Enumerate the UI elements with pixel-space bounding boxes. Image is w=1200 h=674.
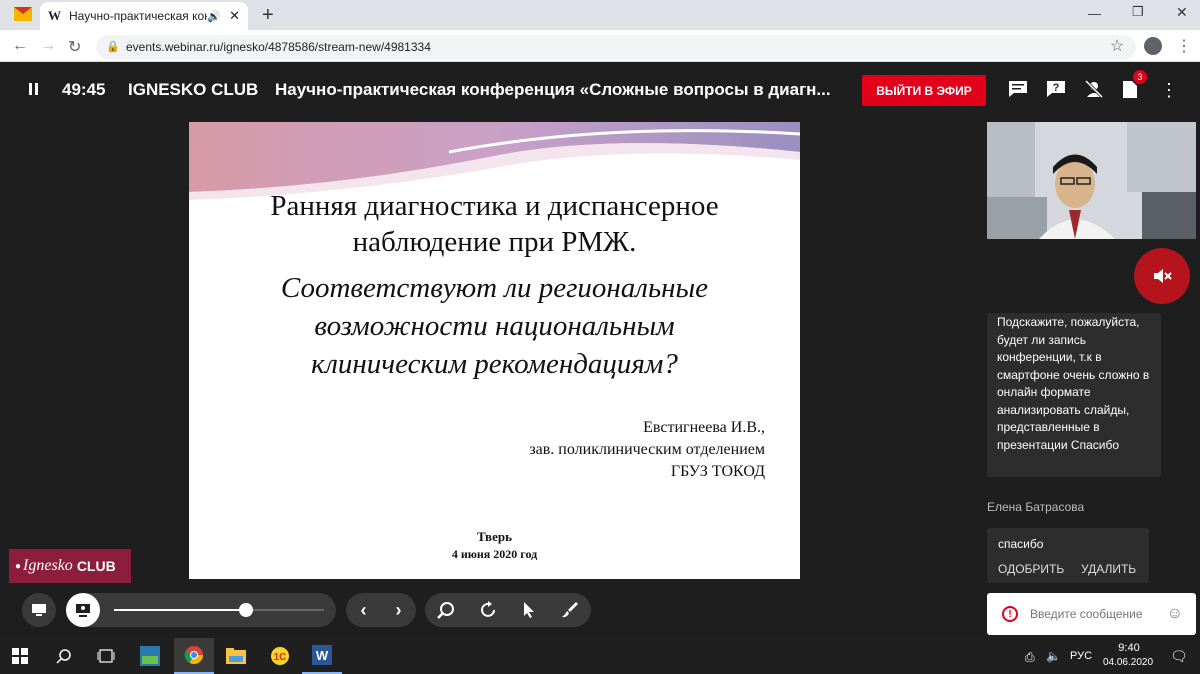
clock-date[interactable]: 04.06.2020 (1100, 657, 1156, 668)
svg-text:W: W (316, 648, 329, 663)
question-icon[interactable]: ? (1046, 80, 1066, 103)
svg-text:?: ? (1053, 82, 1060, 94)
pointer-icon[interactable] (522, 601, 536, 619)
reload-icon[interactable]: ↻ (68, 37, 81, 57)
slide-organization: ГБУЗ ТОКОД (670, 463, 765, 480)
language-indicator[interactable]: РУС (1070, 650, 1092, 662)
app-icon-1[interactable] (130, 638, 170, 674)
message-input[interactable]: ! Введите сообщение ☺ (987, 593, 1196, 635)
network-icon[interactable]: ⎙ (1025, 650, 1035, 665)
profile-icon[interactable] (1144, 37, 1162, 55)
logo-script: Ignesko (23, 557, 73, 574)
bookmark-star-icon[interactable]: ☆ (1110, 36, 1124, 56)
url-text: events.webinar.ru/ignesko/4878586/stream… (126, 40, 431, 54)
notifications-icon[interactable]: 🗨 (1170, 648, 1188, 665)
presentation-mode-button[interactable] (66, 593, 100, 627)
volume-tray-icon[interactable]: 🔈 (1046, 649, 1061, 663)
slide-title-line1: Ранняя диагностика и диспансерное (270, 190, 719, 222)
word-taskbar-icon[interactable]: W (302, 638, 342, 674)
delete-button[interactable]: УДАЛИТЬ (1081, 561, 1136, 579)
rotate-icon[interactable] (480, 601, 498, 619)
speaker-icon: 🔊 (207, 10, 222, 23)
search-icon[interactable] (44, 638, 84, 674)
more-menu-icon[interactable]: ⋮ (1160, 80, 1178, 101)
slide-title-line2: наблюдение при РМЖ. (352, 226, 637, 258)
chat-message-2: спасибо (998, 537, 1044, 551)
slide-tools-group (425, 593, 591, 627)
presentation-icon (76, 604, 90, 617)
back-icon[interactable]: ← (12, 37, 28, 55)
clock-time[interactable]: 9:40 (1108, 642, 1150, 654)
approve-button[interactable]: ОДОБРИТЬ (998, 561, 1064, 579)
chat-message-1: Подскажите, пожалуйста, будет ли запись … (987, 313, 1161, 477)
window-close-icon[interactable]: ✕ (1176, 4, 1188, 21)
club-name: IGNESKO CLUB (128, 80, 259, 99)
slide-subtitle-line3: клиническим рекомендациям? (311, 348, 678, 380)
tab-title: Научно-практическая конф (69, 9, 208, 23)
browser-tab[interactable]: W Научно-практическая конф 🔊 ✕ (40, 2, 248, 30)
slide-city: Тверь (477, 529, 512, 544)
zoom-icon[interactable] (437, 601, 455, 619)
word-favicon-icon: W (48, 8, 61, 23)
user-off-icon[interactable] (1084, 79, 1104, 103)
slide-position: зав. поликлиническим отделением (529, 441, 765, 458)
files-icon[interactable] (1122, 80, 1138, 104)
svg-text:1С: 1С (274, 652, 287, 663)
slide-date: 4 июня 2020 год (451, 547, 538, 561)
ignesko-club-logo: ● Ignesko CLUB (9, 549, 131, 583)
presentation-slider-group (66, 593, 336, 627)
volume-fill (114, 609, 246, 611)
brush-icon[interactable] (561, 601, 579, 619)
windows-start-icon[interactable] (0, 638, 40, 674)
chat-author-2: Елена Батрасова (987, 500, 1085, 514)
forward-icon[interactable]: → (40, 37, 56, 55)
slide-nav-group: ‹ › (346, 593, 416, 627)
next-slide-icon[interactable]: › (396, 600, 402, 621)
presentation-slide: Ранняя диагностика и диспансерное наблюд… (189, 122, 800, 579)
speaker-muted-icon (1154, 269, 1172, 283)
task-view-icon[interactable] (86, 638, 126, 674)
speaker-camera-view (987, 122, 1196, 239)
volume-knob[interactable] (239, 603, 253, 617)
tab-close-icon[interactable]: ✕ (229, 8, 240, 24)
notification-badge: 3 (1133, 70, 1147, 84)
browser-menu-icon[interactable]: ⋮ (1176, 36, 1192, 56)
new-tab-icon[interactable]: + (262, 4, 274, 27)
chrome-taskbar-icon[interactable] (174, 638, 214, 674)
address-bar[interactable]: 🔒 events.webinar.ru/ignesko/4878586/stre… (96, 35, 1136, 59)
stream-timer: 49:45 (62, 80, 106, 99)
minimize-icon[interactable]: — (1088, 6, 1101, 21)
alert-icon: ! (1002, 606, 1018, 622)
chat-message-2-card: спасибо ОДОБРИТЬ УДАЛИТЬ (987, 528, 1149, 583)
file-explorer-icon[interactable] (216, 638, 256, 674)
logo-bold: CLUB (76, 558, 116, 574)
slide-subtitle-line2: возможности национальным (314, 310, 675, 342)
restore-icon[interactable]: ❐ (1132, 4, 1144, 20)
event-title: Научно-практическая конференция «Сложные… (275, 80, 831, 99)
mute-button[interactable] (1134, 248, 1190, 304)
gmail-icon[interactable] (14, 7, 32, 21)
slide-author: Евстигнеева И.В., (643, 419, 765, 436)
prev-slide-icon[interactable]: ‹ (361, 600, 367, 621)
1c-icon[interactable]: 1С (260, 638, 300, 674)
chat-icon[interactable] (1008, 80, 1028, 103)
monitor-icon (32, 604, 46, 616)
emoji-icon[interactable]: ☺ (1167, 605, 1183, 623)
slide-subtitle-line1: Соответствуют ли региональные (280, 272, 709, 304)
go-on-air-button[interactable]: ВЫЙТИ В ЭФИР (862, 75, 986, 106)
message-placeholder: Введите сообщение (1030, 607, 1143, 621)
lock-icon: 🔒 (106, 41, 120, 53)
pause-icon[interactable] (28, 82, 40, 101)
screen-layout-button[interactable] (22, 593, 56, 627)
